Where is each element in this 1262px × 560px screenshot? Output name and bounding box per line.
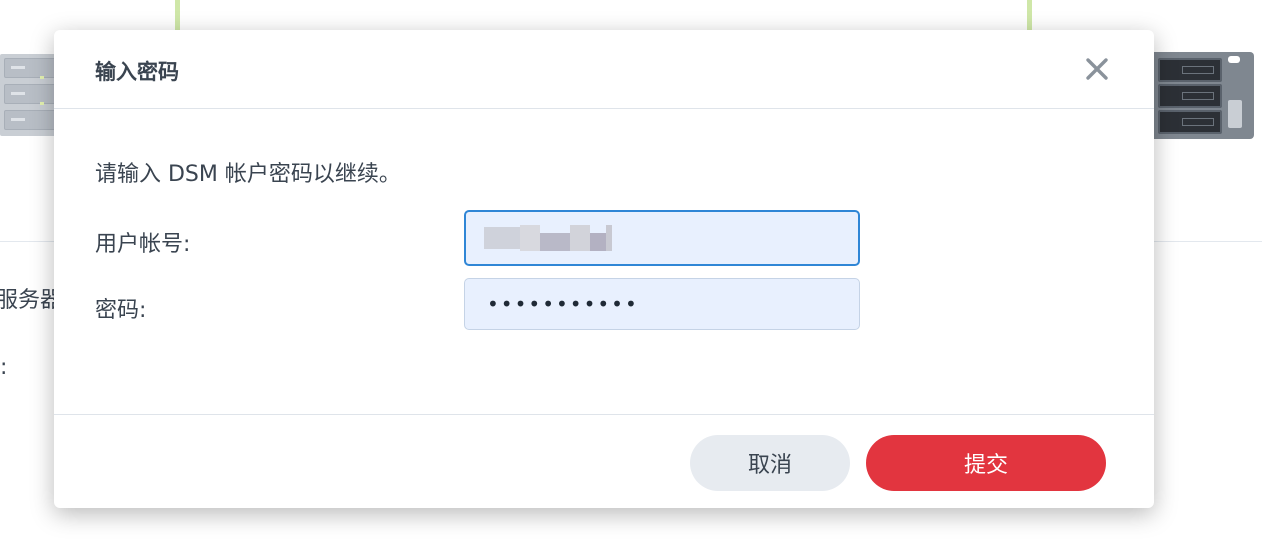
username-label: 用户帐号:: [95, 232, 191, 257]
submit-button[interactable]: 提交: [866, 435, 1106, 491]
password-field[interactable]: [464, 278, 860, 330]
dialog-footer: 取消 提交: [54, 414, 1154, 509]
dialog-header: 输入密码: [54, 30, 1154, 109]
background-label: 器:: [0, 355, 8, 380]
connector-line: [175, 0, 180, 32]
background-label: 服务器: [0, 288, 63, 313]
dialog-message: 请输入 DSM 帐户密码以继续。: [95, 162, 401, 187]
password-label: 密码:: [95, 298, 147, 323]
cancel-button[interactable]: 取消: [690, 435, 850, 491]
close-icon: [1086, 58, 1108, 80]
nas-device-icon: [1150, 52, 1254, 139]
close-button[interactable]: [1084, 56, 1110, 82]
password-dialog: 输入密码 请输入 DSM 帐户密码以继续。 用户帐号: 密码: 取消 提交: [54, 30, 1154, 508]
username-field[interactable]: [464, 210, 860, 266]
nas-device-icon: [0, 54, 60, 136]
dialog-title: 输入密码: [95, 60, 179, 84]
connector-line: [1027, 0, 1032, 32]
